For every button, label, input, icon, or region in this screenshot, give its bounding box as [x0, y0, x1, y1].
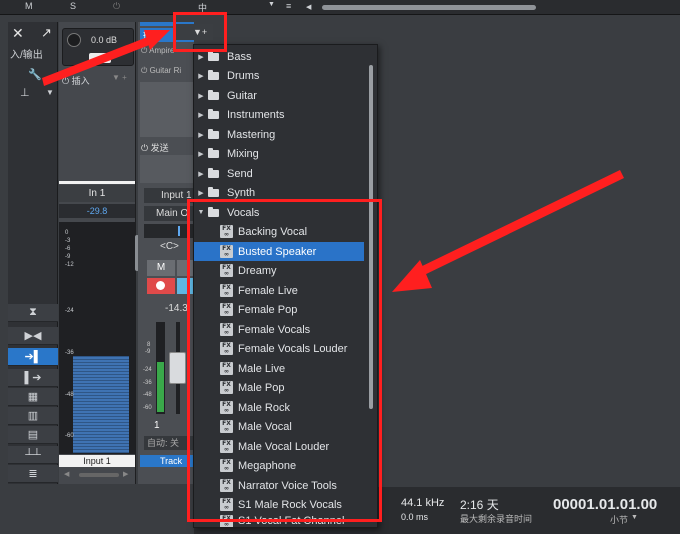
annotation-arrow-insert: [42, 36, 152, 86]
annotation-arrow-vocals: [414, 170, 624, 278]
annotation-arrowhead-insert: [144, 30, 170, 50]
annotation-arrows: [42, 30, 624, 292]
